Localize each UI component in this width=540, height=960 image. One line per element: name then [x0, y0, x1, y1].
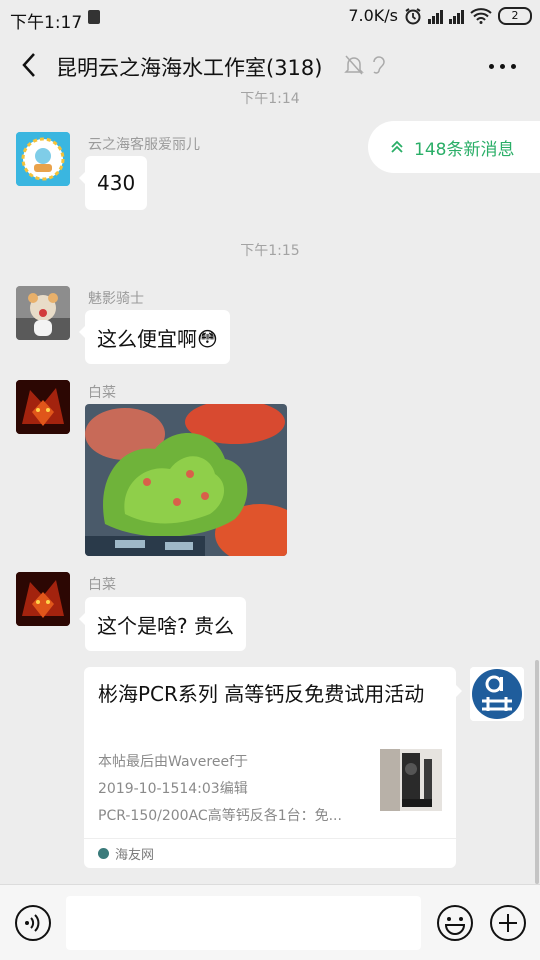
avatar[interactable] — [16, 132, 70, 186]
mute-bell-icon — [344, 55, 364, 75]
network-speed: 7.0K/s — [348, 6, 398, 25]
new-messages-label: 148条新消息 — [414, 139, 515, 160]
self-avatar[interactable] — [470, 667, 524, 721]
battery-icon: 2 — [498, 6, 532, 25]
signal-2-icon — [449, 8, 464, 24]
image-message[interactable] — [85, 404, 287, 556]
card-source-label: 海友网 — [115, 848, 155, 863]
double-chevron-up-icon — [391, 140, 403, 153]
new-messages-button[interactable]: 148条新消息 — [368, 121, 540, 173]
status-time: 下午1:17 — [10, 13, 83, 33]
signal-1-icon — [428, 8, 443, 24]
status-bar: 下午1:17 7.0K/s 2 — [0, 0, 540, 34]
card-source: 海友网 — [84, 838, 456, 868]
avatar[interactable] — [16, 286, 70, 340]
card-desc-line: PCR-150/200AC高等钙反各1台：免... — [98, 808, 342, 824]
avatar-image — [16, 572, 70, 626]
sender-name: 白菜 — [88, 385, 116, 401]
more-options-button[interactable] — [489, 64, 516, 69]
message-input[interactable] — [66, 896, 421, 950]
card-thumbnail — [380, 749, 442, 811]
link-card[interactable]: 彬海PCR系列 高等钙反免费试用活动 本帖最后由Wavereef于 2019-1… — [84, 667, 462, 868]
card-desc-line: 本帖最后由Wavereef于 — [98, 754, 249, 770]
timestamp-partial: 下午1:14 — [240, 91, 300, 107]
message-bubble[interactable]: 这个是啥? 贵么 — [79, 597, 246, 651]
avatar-image — [16, 132, 70, 186]
sender-name: 白菜 — [88, 577, 116, 593]
card-title: 彬海PCR系列 高等钙反免费试用活动 — [98, 682, 425, 706]
status-right: 7.0K/s 2 — [348, 6, 532, 25]
timestamp: 下午1:15 — [240, 243, 300, 259]
scrollbar[interactable] — [535, 660, 539, 884]
equipment-thumbnail — [380, 749, 442, 811]
card-description: 本帖最后由Wavereef于 2019-10-1514:03编辑 PCR-150… — [98, 749, 370, 830]
card-desc-line: 2019-10-1514:03编辑 — [98, 781, 248, 797]
coral-photo — [85, 404, 287, 556]
self-avatar-image — [470, 667, 524, 721]
message-bubble[interactable]: 430 — [78, 156, 148, 210]
emoji-icon[interactable] — [436, 904, 474, 942]
sim-icon — [88, 10, 100, 24]
back-icon[interactable] — [16, 48, 46, 82]
sender-name: 魅影骑士 — [88, 291, 144, 307]
wifi-icon — [470, 7, 492, 24]
voice-icon[interactable] — [14, 904, 52, 942]
input-bar — [0, 884, 540, 960]
avatar-image — [16, 380, 70, 434]
source-logo-icon — [98, 848, 109, 859]
avatar[interactable] — [16, 572, 70, 626]
earpiece-icon — [373, 56, 385, 74]
avatar[interactable] — [16, 380, 70, 434]
message-bubble[interactable]: 这么便宜啊😳 — [79, 310, 230, 364]
chat-title: 昆明云之海海水工作室(318) — [56, 56, 323, 80]
sender-name: 云之海客服爱丽儿 — [88, 137, 200, 153]
avatar-image — [16, 286, 70, 340]
alarm-icon — [405, 7, 421, 24]
plus-icon[interactable] — [489, 904, 527, 942]
